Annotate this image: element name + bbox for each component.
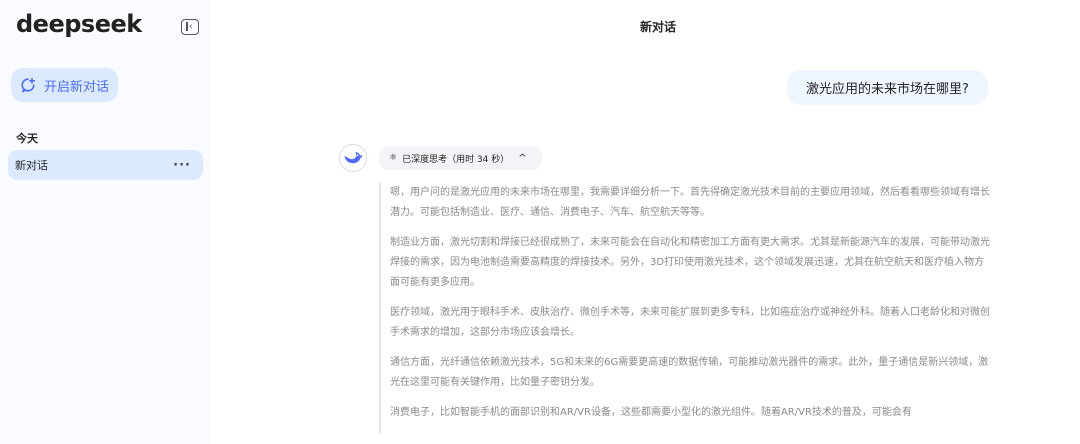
reasoning-paragraph: 制造业方面，激光切割和焊接已经很成熟了，未来可能会在自动化和精密加工方面有更大需… — [390, 237, 990, 288]
user-message-bubble: 激光应用的未来市场在哪里? — [787, 70, 988, 105]
atom-icon: ⚛ — [389, 153, 398, 163]
page-title: 新对话 — [640, 20, 677, 34]
deepseek-logo[interactable]: deepseek — [16, 10, 142, 38]
new-chat-label: 开启新对话 — [44, 79, 110, 95]
reasoning-paragraph: 嗯，用户问的是激光应用的未来市场在哪里，我需要详细分析一下。首先得确定激光技术目… — [390, 187, 990, 218]
sidebar: deepseek ‹ 开启新对话 今天 新对话 ··· — [0, 0, 211, 444]
reasoning-paragraph: 通信方面，光纤通信依赖激光技术，5G和未来的6G需要更高速的数据传输，可能推动激… — [390, 357, 989, 388]
user-message-text: 激光应用的未来市场在哪里? — [806, 82, 969, 97]
more-icon[interactable]: ··· — [173, 158, 191, 173]
reasoning-content: 嗯，用户问的是激光应用的未来市场在哪里，我需要详细分析一下。首先得确定激光技术目… — [379, 183, 991, 433]
history-item-title: 新对话 — [15, 159, 48, 172]
deep-thinking-label: 已深度思考（用时 34 秒） — [402, 154, 510, 165]
chevron-left-icon: ‹ — [189, 22, 193, 32]
reasoning-paragraph: 消费电子，比如智能手机的面部识别和AR/VR设备，这些都需要小型化的激光组件。随… — [390, 407, 912, 418]
new-chat-icon — [21, 77, 35, 93]
history-item-new-chat[interactable]: 新对话 ··· — [8, 150, 203, 180]
new-chat-button[interactable]: 开启新对话 — [11, 68, 118, 102]
deepseek-whale-icon — [339, 144, 367, 172]
history-section-today: 今天 — [16, 132, 38, 145]
reasoning-paragraph: 医疗领域，激光用于眼科手术、皮肤治疗、微创手术等，未来可能扩展到更多专科，比如癌… — [390, 307, 990, 338]
deep-thinking-toggle[interactable]: ⚛ 已深度思考（用时 34 秒） ^ — [379, 146, 542, 170]
collapse-sidebar-button[interactable]: ‹ — [181, 19, 199, 35]
chevron-up-icon: ^ — [518, 152, 527, 164]
whale-logo-icon — [344, 152, 363, 164]
